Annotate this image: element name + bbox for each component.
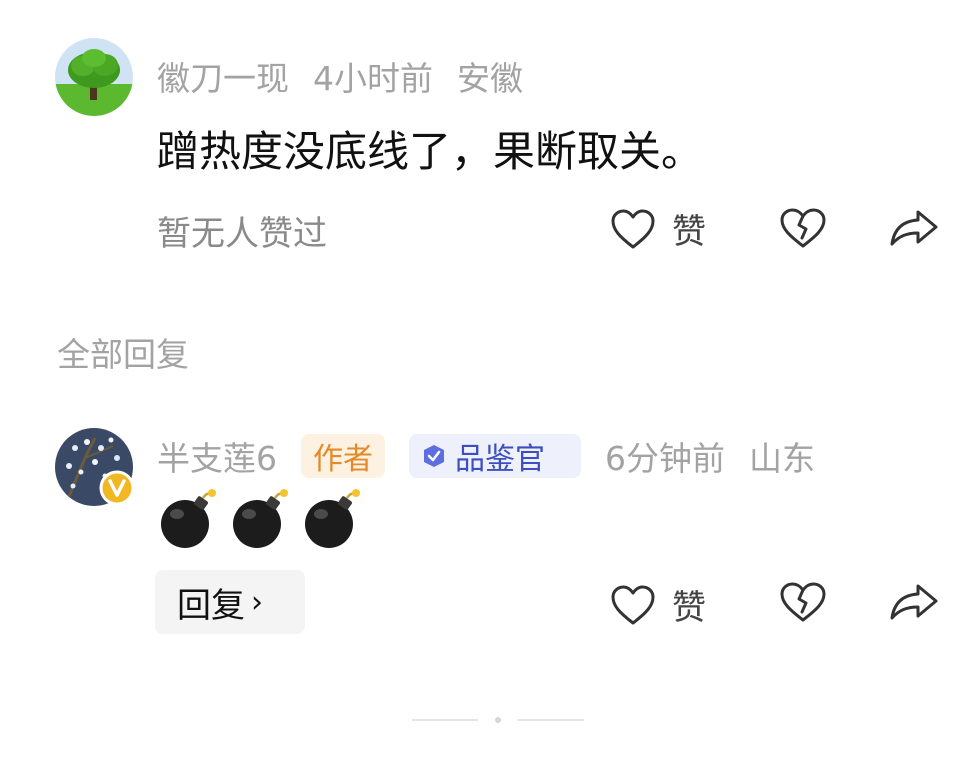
location: 安徽 <box>457 59 523 98</box>
heart-outline-icon <box>611 585 655 624</box>
reply-meta: 半支莲6 作者 品鉴官 6分钟前 山东 <box>157 432 839 480</box>
comment-actions: 赞 <box>0 198 960 258</box>
like-button[interactable]: 赞 <box>610 204 706 253</box>
check-shield-icon <box>424 445 444 467</box>
broken-heart-icon <box>780 582 826 622</box>
username[interactable]: 徽刀一现 <box>157 52 289 100</box>
bomb-emoji-icon <box>161 489 216 548</box>
dislike-button[interactable] <box>778 206 828 254</box>
timestamp: 6分钟前 <box>605 439 725 478</box>
like-button[interactable]: 赞 <box>610 580 706 629</box>
emoji-row <box>157 488 373 550</box>
verified-v-badge-icon <box>99 470 135 506</box>
location: 山东 <box>749 439 815 478</box>
rank-badge-label: 品鉴官 <box>455 442 545 477</box>
comment-item: 徽刀一现 4小时前 安徽 蹭热度没底线了，果断取关。 暂无人赞过 赞 <box>0 0 960 270</box>
bomb-emoji-icon <box>305 489 360 548</box>
heart-outline-icon <box>611 209 655 248</box>
user-avatar[interactable] <box>55 38 133 116</box>
rank-badge: 品鉴官 <box>409 434 581 478</box>
author-badge: 作者 <box>301 434 385 478</box>
share-arrow-icon <box>890 210 938 246</box>
page-indicator <box>412 717 584 723</box>
share-button[interactable] <box>888 580 940 628</box>
like-label: 赞 <box>672 212 706 252</box>
comment-meta: 徽刀一现 4小时前 安徽 <box>157 52 547 100</box>
comment-text: 蹭热度没底线了，果断取关。 <box>157 127 704 176</box>
share-arrow-icon <box>890 584 938 620</box>
broken-heart-icon <box>780 208 826 248</box>
share-button[interactable] <box>888 206 940 254</box>
like-label: 赞 <box>672 588 706 628</box>
user-avatar[interactable] <box>55 428 135 506</box>
username[interactable]: 半支莲6 <box>157 432 277 480</box>
timestamp: 4小时前 <box>313 59 433 98</box>
tree-avatar-icon <box>55 38 133 116</box>
dislike-button[interactable] <box>778 580 828 628</box>
reply-actions: 赞 <box>0 572 960 632</box>
section-title: 全部回复 <box>57 335 189 374</box>
bomb-emoji-icon <box>233 489 288 548</box>
